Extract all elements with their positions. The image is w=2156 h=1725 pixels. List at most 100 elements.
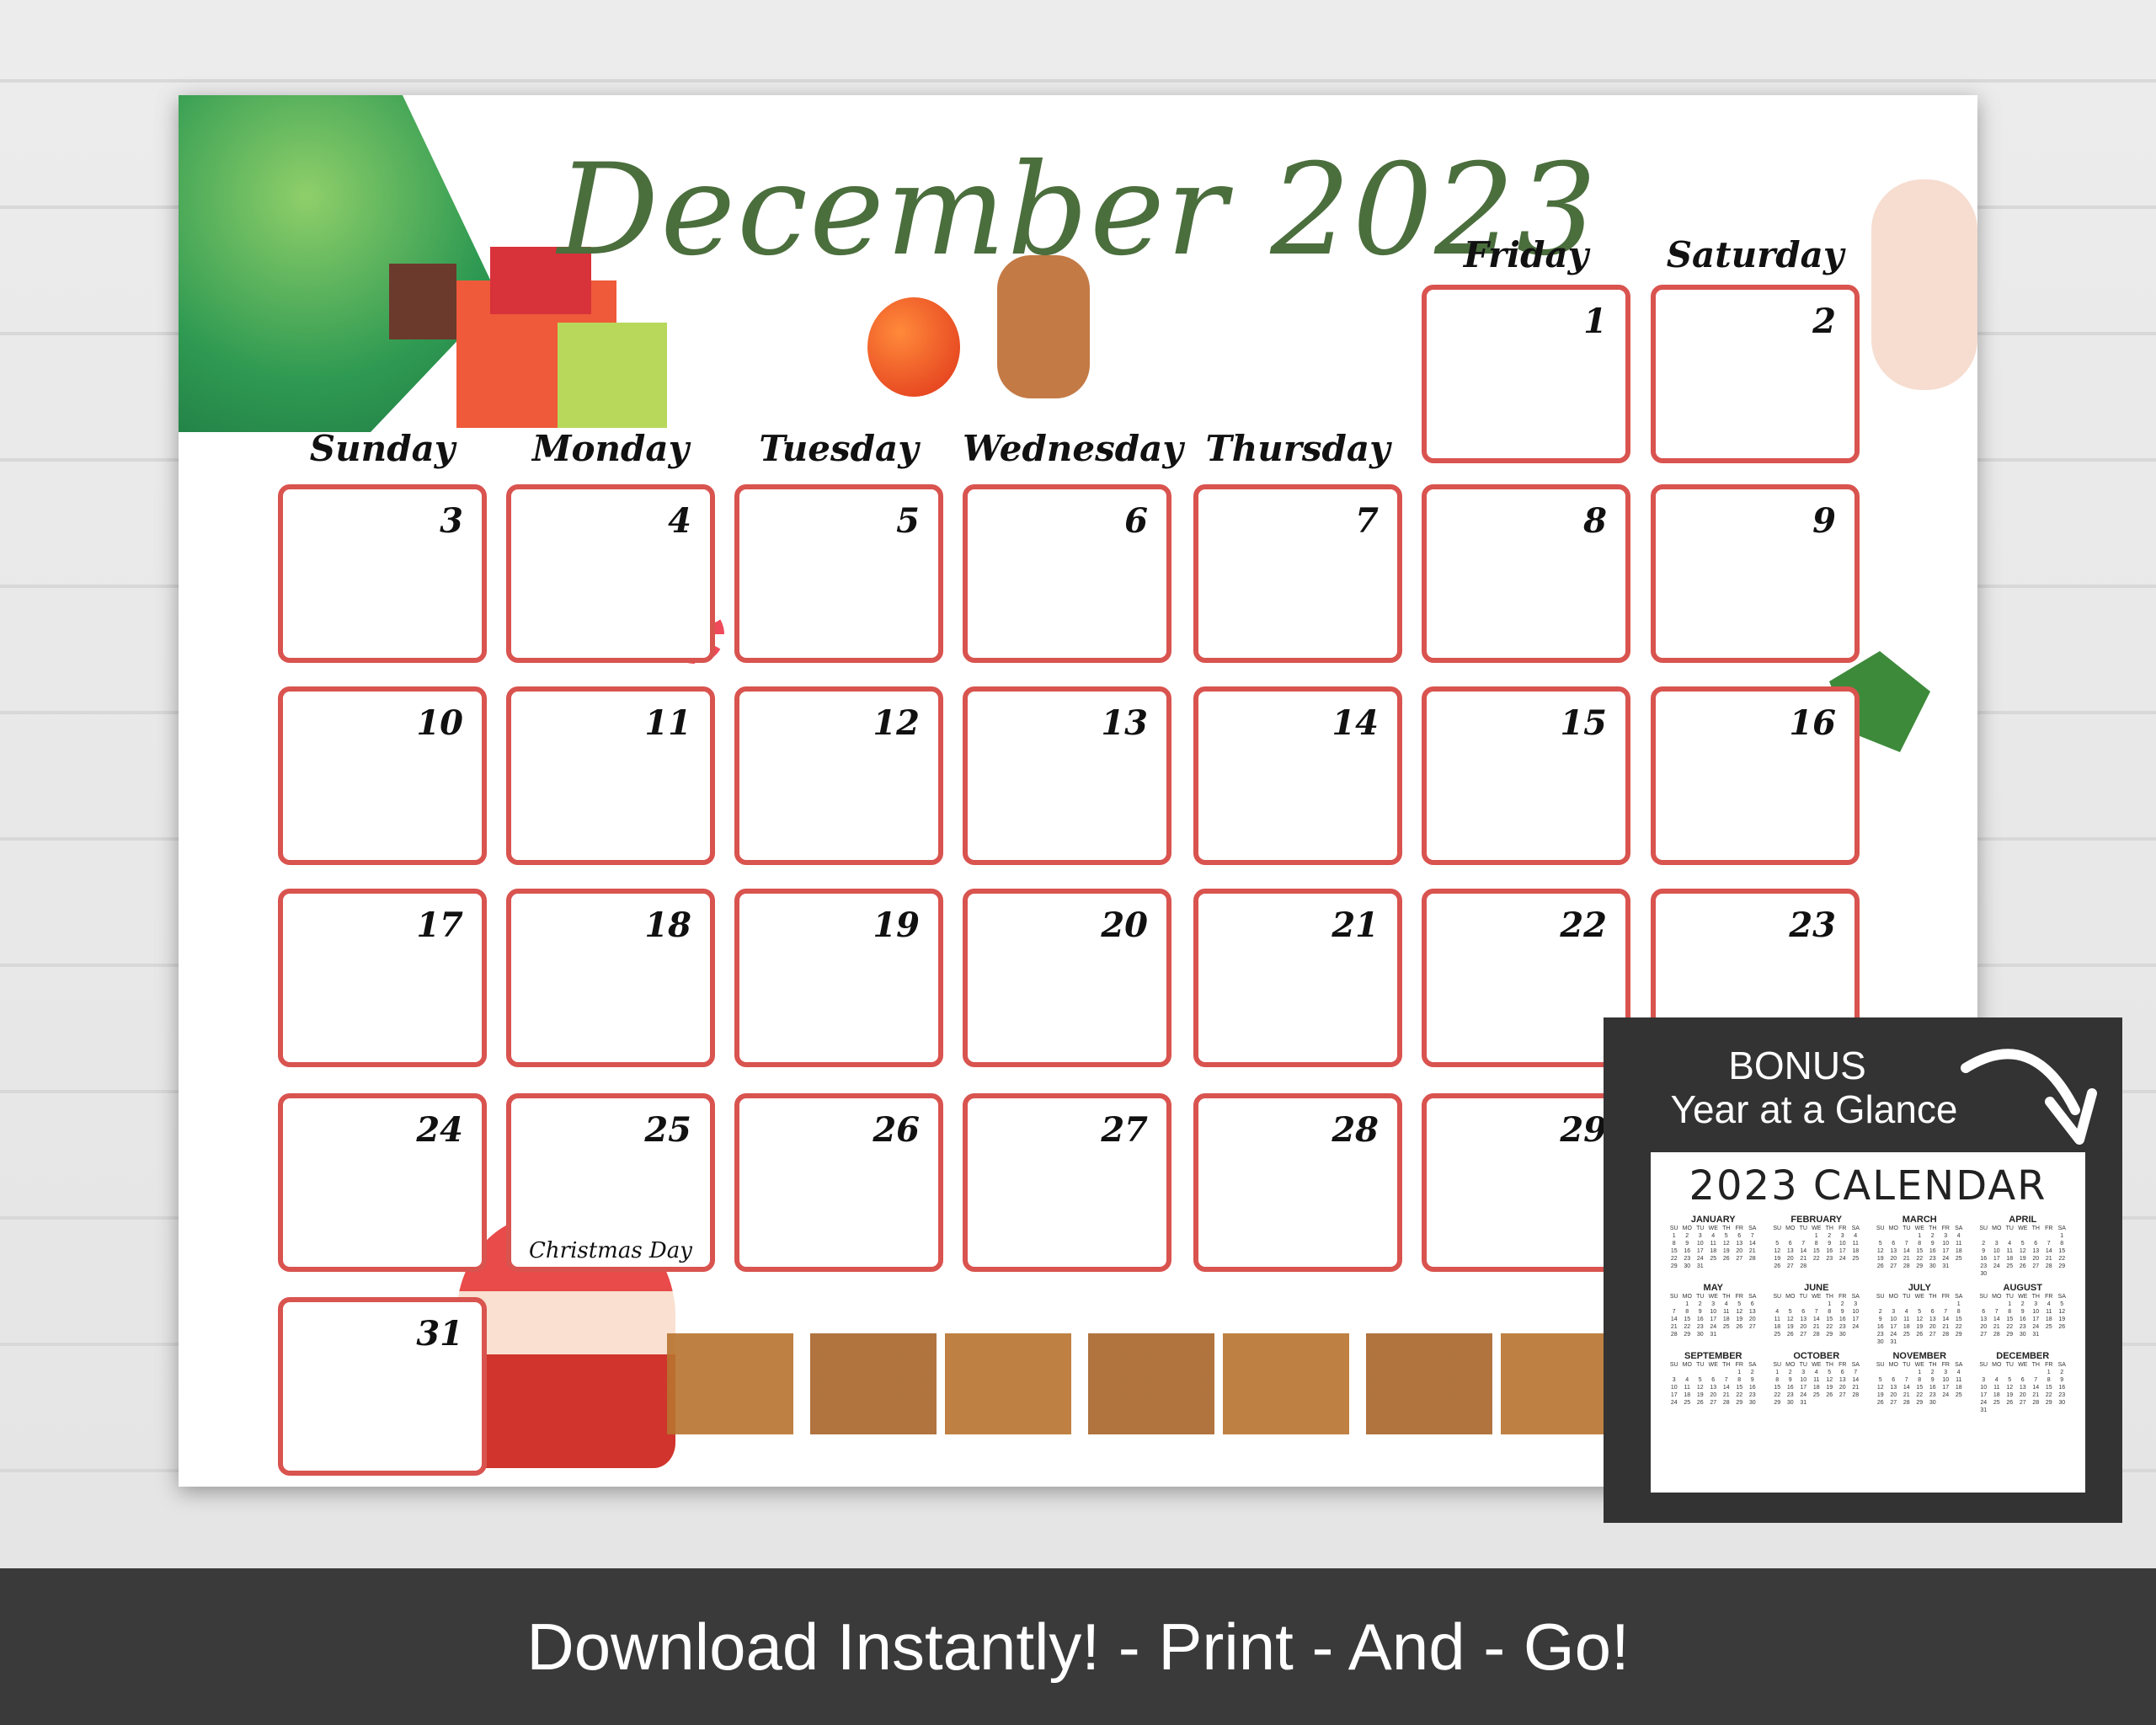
mini-day: 24 bbox=[1890, 1332, 1897, 1338]
mini-day: 15 bbox=[2058, 1248, 2066, 1254]
mini-weekday: TU bbox=[2005, 1362, 2014, 1368]
day-cell[interactable]: 31 bbox=[278, 1297, 487, 1476]
day-cell[interactable]: 10 bbox=[278, 686, 487, 865]
mini-day: 27 bbox=[2032, 1263, 2040, 1269]
mini-month-name: DECEMBER bbox=[1996, 1351, 2050, 1361]
day-cell[interactable]: 3 bbox=[278, 484, 487, 663]
day-cell[interactable]: 20 bbox=[963, 889, 1171, 1067]
day-cell[interactable]: 26 bbox=[734, 1093, 943, 1272]
mini-month-name: APRIL bbox=[2009, 1215, 2037, 1225]
mini-weekday: FR bbox=[2045, 1362, 2053, 1368]
mini-day: 21 bbox=[1748, 1248, 1756, 1254]
day-cell[interactable]: 2 bbox=[1651, 285, 1860, 463]
mini-day: 19 bbox=[2058, 1316, 2066, 1322]
day-cell[interactable]: 18 bbox=[506, 889, 715, 1067]
mini-day: 21 bbox=[1812, 1324, 1820, 1330]
mini-month-name: FEBRUARY bbox=[1790, 1215, 1843, 1225]
day-number: 7 bbox=[1355, 501, 1379, 541]
day-cell[interactable]: 12 bbox=[734, 686, 943, 865]
day-cell[interactable]: 14 bbox=[1193, 686, 1402, 865]
mini-weekday: SU bbox=[1979, 1362, 1988, 1368]
mini-day: 1 bbox=[1814, 1233, 1818, 1239]
mini-day: 3 bbox=[2034, 1301, 2038, 1307]
mini-day: 16 bbox=[1696, 1316, 1704, 1322]
weekday-header-wednesday: Wednesday bbox=[963, 428, 1183, 469]
mini-day: 23 bbox=[1826, 1256, 1833, 1262]
mini-month: JULY SU MO TU WE TH FR SA 1 2 3 4 5 6 7 8 9 10 11 12 13 14 15 1… bbox=[1874, 1283, 1966, 1346]
mini-weekday: TU bbox=[1696, 1226, 1705, 1231]
mini-day: 20 bbox=[1786, 1256, 1794, 1262]
mini-day: 28 bbox=[1903, 1400, 1910, 1406]
mini-day: 17 bbox=[2032, 1316, 2040, 1322]
mini-day: 21 bbox=[1852, 1385, 1860, 1391]
mini-day: 31 bbox=[1710, 1332, 1717, 1338]
day-cell[interactable]: 6 bbox=[963, 484, 1171, 663]
mini-day: 24 bbox=[2032, 1324, 2040, 1330]
day-number: 28 bbox=[1331, 1110, 1379, 1150]
mini-day: 1 bbox=[1672, 1233, 1676, 1239]
mini-day: 16 bbox=[1876, 1324, 1884, 1330]
mini-day: 23 bbox=[1980, 1263, 1988, 1269]
day-cell[interactable]: 19 bbox=[734, 889, 943, 1067]
day-cell[interactable]: 1 bbox=[1422, 285, 1630, 463]
day-cell[interactable]: 8 bbox=[1422, 484, 1630, 663]
mini-day: 20 bbox=[1838, 1385, 1846, 1391]
day-number: 12 bbox=[873, 703, 920, 743]
mini-day: 17 bbox=[1993, 1256, 2000, 1262]
mini-day: 1 bbox=[1918, 1370, 1922, 1375]
mini-weekday: TH bbox=[2031, 1294, 2040, 1300]
day-cell[interactable]: 17 bbox=[278, 889, 487, 1067]
mini-day: 13 bbox=[1736, 1241, 1743, 1247]
mini-month: NOVEMBER SU MO TU WE TH FR SA 1 2 3 4 5 6 7 8 9 10 11 12 13 1… bbox=[1874, 1351, 1966, 1414]
mini-day: 11 bbox=[1723, 1309, 1730, 1315]
day-cell[interactable]: 9 bbox=[1651, 484, 1860, 663]
mini-day: 27 bbox=[2019, 1400, 2026, 1406]
day-cell[interactable]: 29 bbox=[1422, 1093, 1630, 1272]
mini-day: 20 bbox=[1736, 1248, 1743, 1254]
year-at-a-glance-preview: 2023 CALENDAR JANUARY SU MO TU WE TH FR SA 1 2 3 4 5… bbox=[1651, 1152, 2085, 1493]
day-cell[interactable]: 11 bbox=[506, 686, 715, 865]
mini-day: 6 bbox=[1892, 1241, 1896, 1247]
mini-day: 30 bbox=[1838, 1332, 1846, 1338]
mini-day: 17 bbox=[1670, 1392, 1678, 1398]
mini-day: 18 bbox=[1955, 1385, 1962, 1391]
mini-weekday: WE bbox=[2018, 1294, 2028, 1300]
mini-day: 1 bbox=[2060, 1233, 2064, 1239]
mini-day: 20 bbox=[1710, 1392, 1717, 1398]
day-cell[interactable]: 13 bbox=[963, 686, 1171, 865]
day-number: 18 bbox=[644, 905, 691, 945]
day-cell[interactable]: 24 bbox=[278, 1093, 487, 1272]
mini-day: 26 bbox=[1826, 1392, 1833, 1398]
day-cell[interactable]: 16 bbox=[1651, 686, 1860, 865]
mini-weekday: TH bbox=[1929, 1294, 1937, 1300]
mini-day: 6 bbox=[1711, 1377, 1716, 1383]
day-cell[interactable]: 7 bbox=[1193, 484, 1402, 663]
mini-day: 15 bbox=[1774, 1385, 1781, 1391]
ornament-icon bbox=[867, 297, 960, 397]
mini-day: 27 bbox=[1890, 1263, 1897, 1269]
mini-day: 20 bbox=[1890, 1392, 1897, 1398]
mini-day: 15 bbox=[1826, 1316, 1833, 1322]
day-cell[interactable]: 21 bbox=[1193, 889, 1402, 1067]
mini-day: 13 bbox=[1980, 1316, 1988, 1322]
day-number: 26 bbox=[873, 1110, 920, 1150]
mini-weekday: SU bbox=[1669, 1294, 1678, 1300]
mini-day: 29 bbox=[2045, 1400, 2052, 1406]
mini-day: 13 bbox=[1748, 1309, 1756, 1315]
day-cell[interactable]: 15 bbox=[1422, 686, 1630, 865]
day-cell[interactable]: 25 Christmas Day bbox=[506, 1093, 715, 1272]
day-cell[interactable]: 28 bbox=[1193, 1093, 1402, 1272]
day-cell[interactable]: 22 bbox=[1422, 889, 1630, 1067]
mini-weekday: SA bbox=[1955, 1226, 1963, 1231]
mini-day: 3 bbox=[1840, 1233, 1844, 1239]
mini-day: 11 bbox=[1903, 1316, 1910, 1322]
mini-weekday: TU bbox=[1799, 1294, 1807, 1300]
day-cell[interactable]: 4 bbox=[506, 484, 715, 663]
mini-day: 26 bbox=[1696, 1400, 1704, 1406]
day-cell[interactable]: 5 bbox=[734, 484, 943, 663]
mini-day: 2 bbox=[2060, 1370, 2064, 1375]
day-number: 9 bbox=[1812, 501, 1836, 541]
mini-day: 15 bbox=[1812, 1248, 1820, 1254]
day-cell[interactable]: 27 bbox=[963, 1093, 1171, 1272]
mini-weekday: SU bbox=[1773, 1362, 1782, 1368]
